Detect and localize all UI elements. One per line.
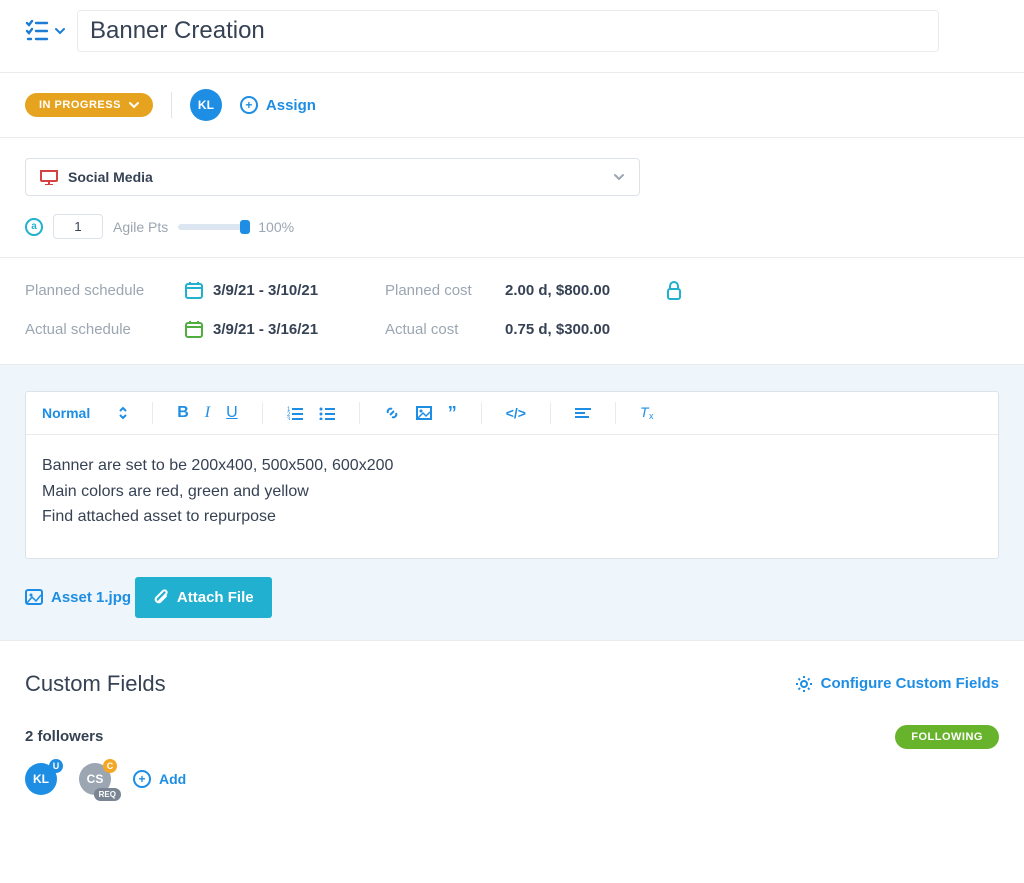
task-title-input[interactable]: [77, 10, 939, 52]
add-follower-label: Add: [159, 771, 186, 787]
underline-button[interactable]: U: [226, 404, 238, 422]
calendar-icon: [185, 320, 203, 338]
attachment-name: Asset 1.jpg: [51, 589, 131, 606]
actual-schedule-label: Actual schedule: [25, 321, 185, 338]
clear-format-button[interactable]: Tx: [640, 405, 656, 421]
link-button[interactable]: [384, 405, 400, 421]
follower-avatar[interactable]: CS C REQ: [79, 763, 111, 795]
quote-button[interactable]: ”: [448, 403, 457, 424]
followers-count: 2 followers: [25, 728, 103, 745]
add-follower-button[interactable]: + Add: [133, 770, 186, 788]
editor-line: Banner are set to be 200x400, 500x500, 6…: [42, 453, 982, 479]
configure-label: Configure Custom Fields: [821, 675, 999, 692]
attachment-link[interactable]: Asset 1.jpg: [25, 589, 131, 606]
status-row: IN PROGRESS KL + Assign: [0, 73, 1024, 138]
italic-button[interactable]: I: [205, 404, 210, 422]
agile-points-input[interactable]: [53, 214, 103, 239]
slider-knob[interactable]: [240, 220, 250, 234]
configure-custom-fields-button[interactable]: Configure Custom Fields: [795, 675, 999, 693]
separator: [550, 402, 551, 424]
custom-fields-row: Custom Fields Configure Custom Fields: [0, 641, 1024, 719]
planned-schedule-value-wrap[interactable]: 3/9/21 - 3/10/21: [185, 281, 385, 299]
req-badge: REQ: [94, 788, 121, 801]
actual-cost-value: 0.75 d, $300.00: [505, 321, 665, 338]
editor-toolbar: Normal B I U 123 ” </>: [26, 392, 998, 435]
divider: [171, 92, 172, 118]
gear-icon: [795, 675, 813, 693]
actual-schedule-value-wrap[interactable]: 3/9/21 - 3/16/21: [185, 320, 385, 338]
image-icon: [25, 589, 43, 605]
attach-file-label: Attach File: [177, 589, 254, 606]
status-badge[interactable]: IN PROGRESS: [25, 93, 153, 117]
paperclip-icon: [153, 589, 169, 605]
editor-content[interactable]: Banner are set to be 200x400, 500x500, 6…: [26, 435, 998, 558]
separator: [359, 402, 360, 424]
assignee-avatar[interactable]: KL: [190, 89, 222, 121]
agile-icon: a: [25, 218, 43, 236]
category-label: Social Media: [68, 169, 153, 185]
planned-cost-label: Planned cost: [385, 282, 505, 299]
followers-avatars: KL U CS C REQ + Add: [0, 749, 1024, 821]
chevron-down-icon: [129, 101, 139, 109]
assign-label: Assign: [266, 97, 316, 114]
lock-icon[interactable]: [665, 280, 705, 300]
separator: [262, 402, 263, 424]
format-dropdown[interactable]: Normal: [42, 405, 128, 421]
user-badge: U: [49, 759, 63, 773]
presentation-icon: [40, 169, 58, 185]
follower-avatar[interactable]: KL U: [25, 763, 57, 795]
custom-fields-title: Custom Fields: [25, 671, 166, 697]
editor-box: Normal B I U 123 ” </>: [25, 391, 999, 559]
editor-section: Normal B I U 123 ” </>: [0, 365, 1024, 641]
plus-circle-icon: +: [240, 96, 258, 114]
category-select[interactable]: Social Media: [25, 158, 640, 196]
separator: [152, 402, 153, 424]
unordered-list-button[interactable]: [319, 406, 335, 420]
image-button[interactable]: [416, 406, 432, 420]
editor-line: Main colors are red, green and yellow: [42, 479, 982, 505]
planned-schedule-value: 3/9/21 - 3/10/21: [213, 282, 318, 299]
following-badge[interactable]: FOLLOWING: [895, 725, 999, 749]
assign-button[interactable]: + Assign: [240, 96, 316, 114]
chevron-down-icon: [55, 26, 65, 36]
actual-schedule-value: 3/9/21 - 3/16/21: [213, 321, 318, 338]
followers-row: 2 followers FOLLOWING: [0, 719, 1024, 749]
align-button[interactable]: [575, 407, 591, 419]
progress-value: 100%: [258, 219, 294, 235]
category-row: Social Media: [0, 138, 1024, 206]
separator: [615, 402, 616, 424]
header-row: [0, 0, 1024, 73]
svg-text:x: x: [649, 411, 654, 421]
bold-button[interactable]: B: [177, 404, 189, 422]
code-button[interactable]: </>: [506, 405, 526, 421]
format-label: Normal: [42, 405, 90, 421]
agile-points-label: Agile Pts: [113, 219, 168, 235]
sort-icon: [118, 406, 128, 420]
editor-line: Find attached asset to repurpose: [42, 504, 982, 530]
status-label: IN PROGRESS: [39, 99, 121, 111]
plus-circle-icon: +: [133, 770, 151, 788]
schedule-block: Planned schedule 3/9/21 - 3/10/21 Planne…: [0, 258, 1024, 365]
attach-file-button[interactable]: Attach File: [135, 577, 272, 618]
svg-text:3: 3: [287, 417, 291, 420]
progress-slider[interactable]: [178, 224, 248, 230]
agile-row: a Agile Pts 100%: [0, 206, 1024, 258]
chevron-down-icon: [613, 172, 625, 182]
task-type-icon[interactable]: [25, 20, 65, 42]
user-badge: C: [103, 759, 117, 773]
calendar-icon: [185, 281, 203, 299]
actual-cost-label: Actual cost: [385, 321, 505, 338]
planned-schedule-label: Planned schedule: [25, 282, 185, 299]
separator: [481, 402, 482, 424]
ordered-list-button[interactable]: 123: [287, 406, 303, 420]
planned-cost-value: 2.00 d, $800.00: [505, 282, 665, 299]
